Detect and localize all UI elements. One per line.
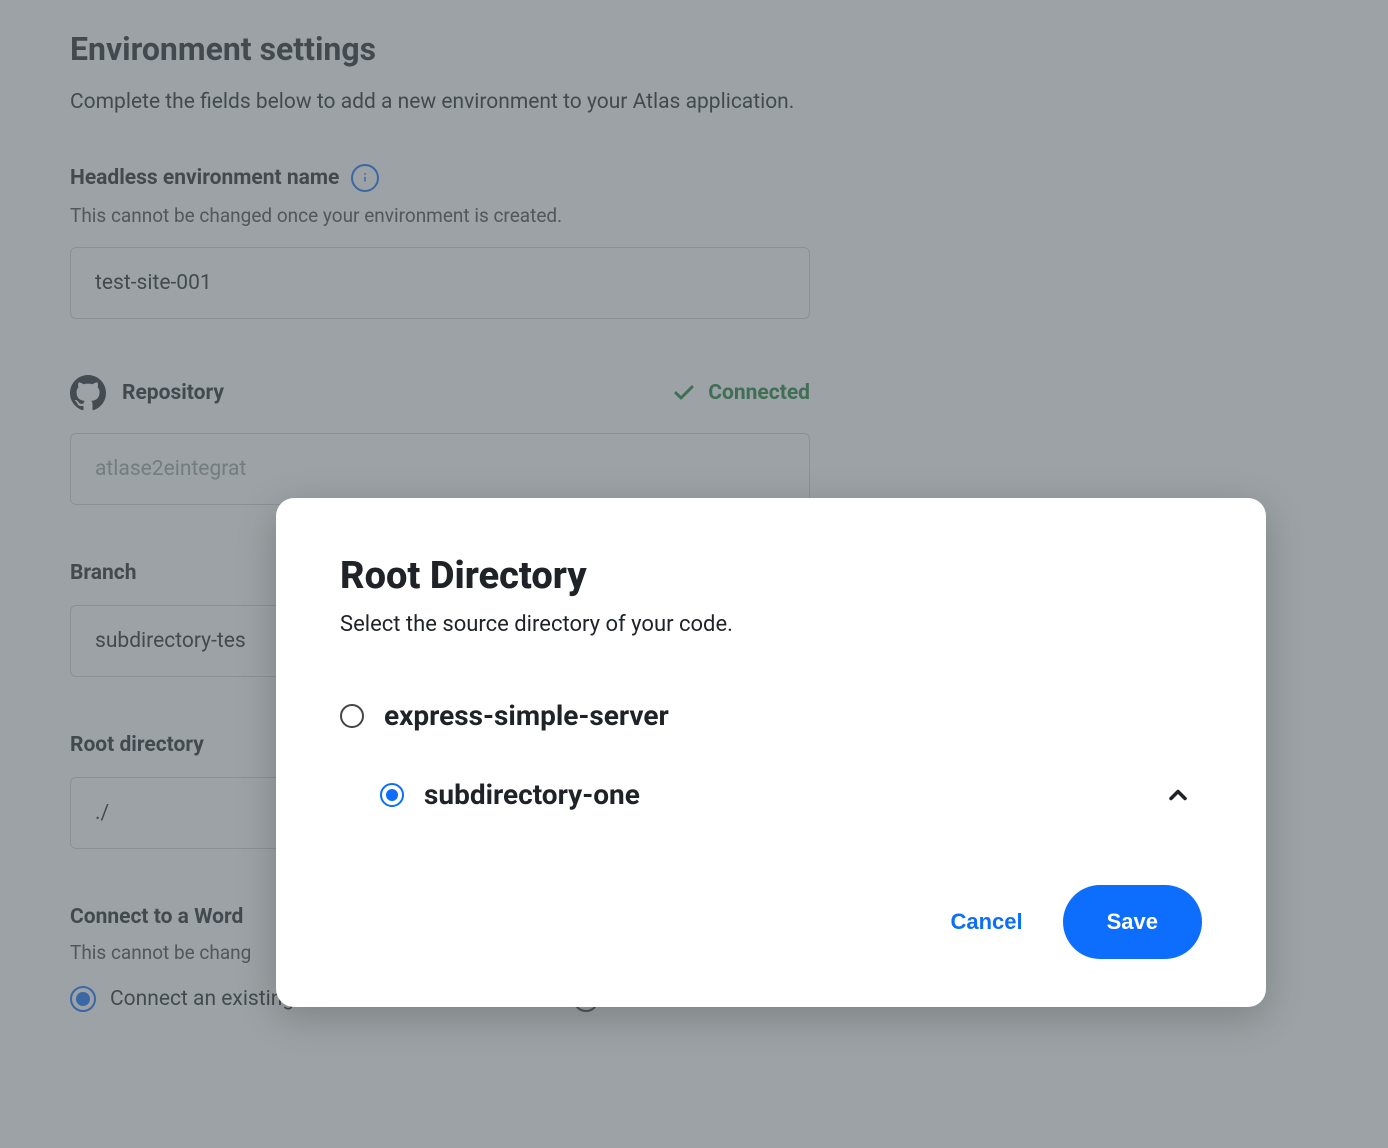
radio-icon — [380, 783, 404, 807]
dir-option-express-simple-server[interactable]: express-simple-server — [340, 685, 1202, 746]
modal-footer: Cancel Save — [340, 885, 1202, 959]
modal-subtitle: Select the source directory of your code… — [340, 612, 1202, 637]
root-directory-modal: Root Directory Select the source directo… — [276, 498, 1266, 1007]
modal-title: Root Directory — [340, 554, 1202, 598]
dir-option-subdirectory-one[interactable]: subdirectory-one — [340, 764, 1202, 825]
modal-overlay[interactable]: Root Directory Select the source directo… — [0, 0, 1388, 1148]
dir-option-label: subdirectory-one — [424, 778, 640, 811]
dir-option-label: express-simple-server — [384, 699, 669, 732]
cancel-button[interactable]: Cancel — [950, 909, 1022, 935]
chevron-up-icon[interactable] — [1164, 781, 1192, 809]
save-button[interactable]: Save — [1063, 885, 1202, 959]
radio-icon — [340, 704, 364, 728]
